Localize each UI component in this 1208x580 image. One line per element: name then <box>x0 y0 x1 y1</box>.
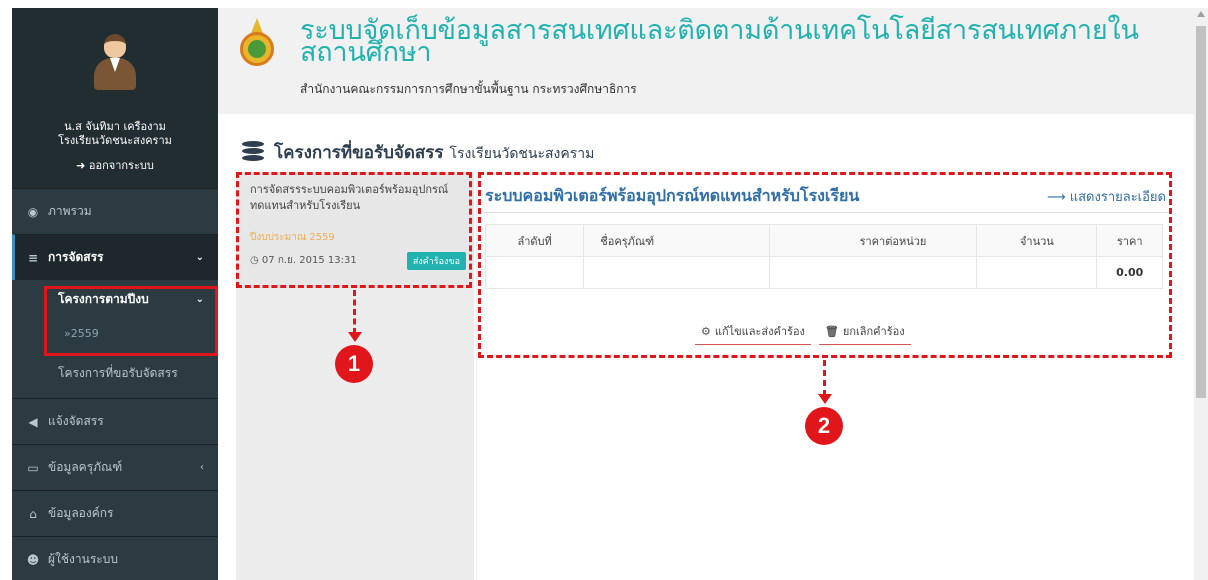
arrow-line-2 <box>823 360 826 396</box>
scrollbar-thumb[interactable] <box>1196 26 1206 398</box>
sign-out-icon: ➜ <box>76 159 86 172</box>
sidebar-item-label: ผู้ใช้งานระบบ <box>48 552 118 566</box>
sidebar-item-label: ภาพรวม <box>48 204 92 218</box>
app-title: ระบบจัดเก็บข้อมูลสารสนเทศและติดตามด้านเท… <box>300 15 1139 68</box>
logout-link[interactable]: ➜ ออกจากระบบ <box>12 156 218 174</box>
highlight-box-menu <box>44 286 218 356</box>
desktop-icon: ▭ <box>27 460 39 475</box>
highlight-box-1 <box>236 172 472 288</box>
user-panel: น.ส จันทิมา เครืองาม โรงเรียนวัดชนะสงครา… <box>12 8 218 188</box>
marker-1: 1 <box>335 345 373 383</box>
page-scrollbar[interactable] <box>1194 8 1208 580</box>
marker-2: 2 <box>805 407 843 445</box>
arrow-head-2 <box>818 394 832 404</box>
arrow-line-1 <box>353 290 356 334</box>
page-title: โครงการที่ขอรับจัดสรร โรงเรียนวัดชนะสงคร… <box>242 138 594 166</box>
user-name: น.ส จันทิมา เครืองาม <box>64 120 166 133</box>
page-title-text: โครงการที่ขอรับจัดสรร <box>274 143 444 163</box>
sidebar-item-organization[interactable]: ⌂ ข้อมูลองค์กร <box>12 490 218 536</box>
sidebar-item-label: การจัดสรร <box>48 250 104 264</box>
chevron-left-icon: ‹ <box>200 462 204 473</box>
app-subtitle: สำนักงานคณะกรรมการการศึกษาขั้นพื้นฐาน กร… <box>300 82 637 96</box>
sidebar-item-label: แจ้งจัดสรร <box>48 414 104 428</box>
users-icon: ☻ <box>26 552 40 567</box>
highlight-box-2 <box>478 172 1172 358</box>
database-icon: ≡ <box>27 250 39 265</box>
sidebar-item-users[interactable]: ☻ ผู้ใช้งานระบบ <box>12 536 218 580</box>
database-icon <box>242 141 264 161</box>
scroll-up-icon[interactable] <box>1197 11 1205 17</box>
chevron-down-icon: ⌄ <box>195 252 204 263</box>
megaphone-icon: ◀ <box>28 414 38 429</box>
sidebar-item-label: ข้อมูลครุภัณฑ์ <box>48 460 123 474</box>
sidebar-item-overview[interactable]: ◉ ภาพรวม <box>12 188 218 234</box>
sidebar-item-procurement[interactable]: ≡ การจัดสรร ⌄ <box>12 234 218 280</box>
emblem-logo <box>238 18 274 68</box>
sidebar-item-equipment[interactable]: ▭ ข้อมูลครุภัณฑ์ ‹ <box>12 444 218 490</box>
avatar <box>89 24 141 98</box>
dashboard-icon: ◉ <box>27 204 39 219</box>
institution-icon: ⌂ <box>29 506 37 521</box>
arrow-head-1 <box>348 332 362 342</box>
page-title-school: โรงเรียนวัดชนะสงคราม <box>449 146 595 162</box>
page-header: ระบบจัดเก็บข้อมูลสารสนเทศและติดตามด้านเท… <box>218 8 1194 114</box>
sidebar-item-label: โครงการที่ขอรับจัดสรร <box>58 365 178 380</box>
user-school: โรงเรียนวัดชนะสงคราม <box>58 134 172 147</box>
sidebar-item-report[interactable]: ◀ แจ้งจัดสรร <box>12 398 218 444</box>
sidebar-item-label: ข้อมูลองค์กร <box>48 506 114 520</box>
logout-label: ออกจากระบบ <box>88 159 154 172</box>
